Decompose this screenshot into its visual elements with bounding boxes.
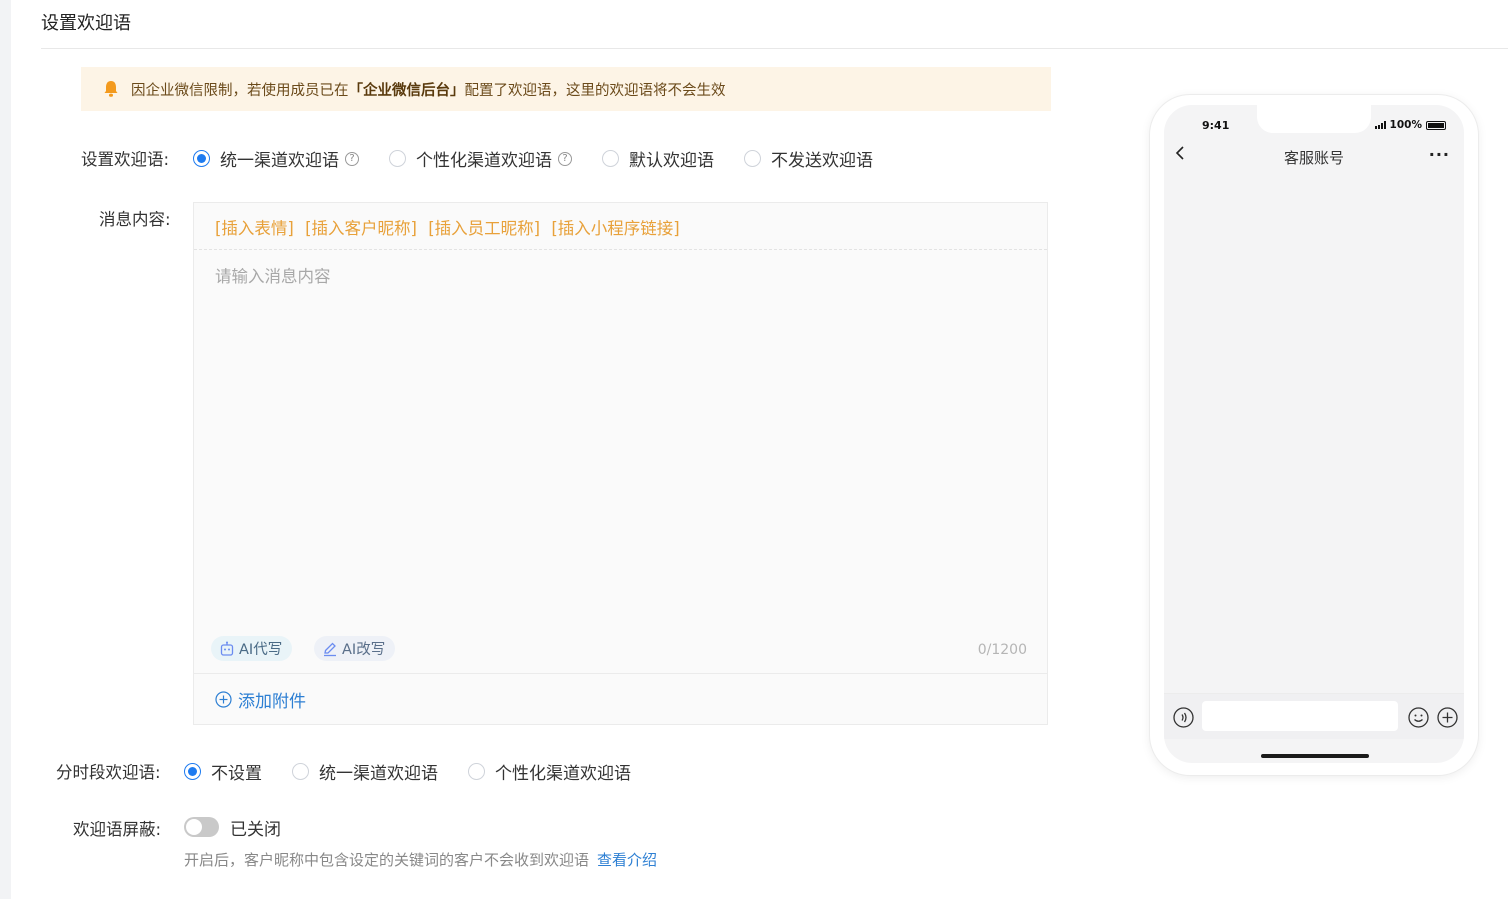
signal-icon [1374,121,1386,129]
insert-staff-nickname-link[interactable]: [插入员工昵称] [428,219,540,238]
radio-not-set[interactable]: 不设置 [184,759,262,784]
status-indicators: 100% [1374,119,1446,131]
insert-customer-nickname-link[interactable]: [插入客户昵称] [305,219,417,238]
radio-dot[interactable] [292,763,309,780]
message-textarea[interactable] [194,251,1047,621]
notice-highlight: 「企业微信后台」 [348,82,465,99]
radio-default-welcome[interactable]: 默认欢迎语 [602,146,714,171]
shield-toggle[interactable] [184,817,219,837]
robot-icon [220,641,234,656]
char-counter: 0/1200 [977,642,1027,658]
help-icon[interactable]: ? [345,151,359,166]
notice-suffix: 配置了欢迎语，这里的欢迎语将不会生效 [464,82,726,99]
radio-timed-unified[interactable]: 统一渠道欢迎语 [292,759,438,784]
section-title: 设置欢迎语 [41,13,131,34]
add-attachment-button[interactable]: 添加附件 [194,673,1047,725]
welcome-setting-radios: 统一渠道欢迎语 ? 个性化渠道欢迎语 ? 默认欢迎语 不发送欢迎语 [193,146,903,171]
radio-dot[interactable] [602,150,619,167]
notice-prefix: 因企业微信限制，若使用成员已在 [131,82,349,99]
phone-preview: 9:41 100% 客服账号 ··· [1150,95,1478,775]
emoji-icon[interactable] [1408,707,1429,728]
view-intro-link[interactable]: 查看介绍 [597,851,657,869]
plus-circle-icon [215,691,232,708]
shield-label: 欢迎语屏蔽: [73,820,162,839]
radio-dot[interactable] [389,150,406,167]
radio-label: 不发送欢迎语 [771,151,873,171]
shield-hint: 开启后，客户昵称中包含设定的关键词的客户不会收到欢迎语 查看介绍 [184,849,657,870]
insert-miniprogram-link[interactable]: [插入小程序链接] [551,219,679,238]
radio-label: 个性化渠道欢迎语 [416,151,552,171]
radio-label: 统一渠道欢迎语 [319,764,438,784]
notice-banner: 因企业微信限制，若使用成员已在 「企业微信后台」 配置了欢迎语，这里的欢迎语将不会生… [81,67,1051,111]
radio-label: 默认欢迎语 [629,151,714,171]
shield-hint-text: 开启后，客户昵称中包含设定的关键词的客户不会收到欢迎语 [184,851,590,869]
radio-dot[interactable] [193,150,210,167]
message-content-label: 消息内容: [99,210,171,229]
ai-write-button[interactable]: AI代写 [211,636,293,661]
ai-rewrite-button[interactable]: AI改写 [314,636,396,661]
timed-welcome-radios: 不设置 统一渠道欢迎语 个性化渠道欢迎语 [184,759,661,784]
title-divider [41,48,1508,49]
chat-input[interactable] [1202,701,1398,731]
insert-toolbar: [插入表情] [插入客户昵称] [插入员工昵称] [插入小程序链接] [194,203,1047,250]
shield-state: 已关闭 [230,820,281,840]
radio-label: 个性化渠道欢迎语 [495,764,631,784]
message-editor: [插入表情] [插入客户昵称] [插入员工昵称] [插入小程序链接] AI代写 … [193,202,1048,725]
timed-welcome-label: 分时段欢迎语: [56,763,161,782]
battery-icon [1426,120,1446,130]
pencil-icon [324,642,336,656]
voice-icon[interactable] [1173,707,1194,728]
chat-input-bar [1164,693,1464,739]
home-indicator [1261,754,1369,758]
more-icon[interactable]: ··· [1429,145,1450,164]
plus-icon[interactable] [1437,707,1458,728]
bell-icon [104,81,118,97]
chat-title: 客服账号 [1283,149,1344,167]
radio-dot[interactable] [744,150,761,167]
status-time: 9:41 [1202,119,1230,132]
radio-unified-channel[interactable]: 统一渠道欢迎语 ? [193,146,359,171]
battery-percent: 100% [1389,119,1422,131]
radio-dot[interactable] [468,763,485,780]
ai-write-label: AI代写 [239,642,283,658]
radio-label: 不设置 [211,764,262,784]
insert-emoji-link[interactable]: [插入表情] [215,219,294,238]
radio-personalized-channel[interactable]: 个性化渠道欢迎语 ? [389,146,572,171]
radio-dot[interactable] [184,763,201,780]
radio-label: 统一渠道欢迎语 [220,151,339,171]
phone-screen: 9:41 100% 客服账号 ··· [1164,105,1464,763]
phone-notch [1257,105,1371,133]
welcome-setting-label: 设置欢迎语: [81,150,170,169]
radio-timed-personalized[interactable]: 个性化渠道欢迎语 [468,759,631,784]
help-icon[interactable]: ? [558,151,572,166]
left-border [0,0,11,899]
add-attachment-label: 添加附件 [238,692,306,712]
radio-no-welcome[interactable]: 不发送欢迎语 [744,146,873,171]
ai-rewrite-label: AI改写 [342,642,386,658]
